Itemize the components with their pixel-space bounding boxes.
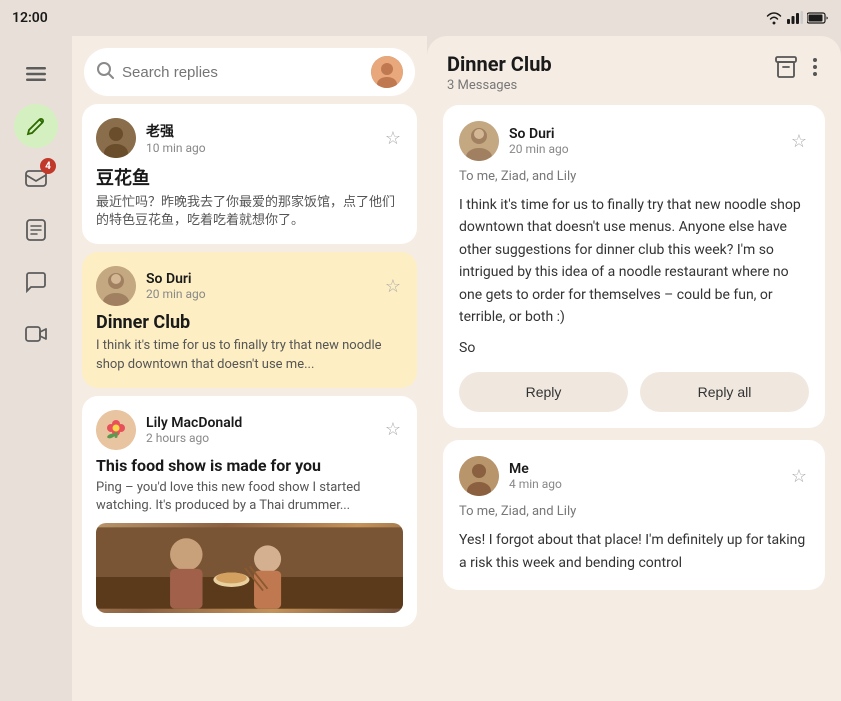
reply-actions: Reply Reply all — [459, 372, 809, 412]
wifi-icon — [765, 11, 783, 25]
email-to-me: To me, Ziad, and Lily — [459, 504, 809, 519]
email-avatar-soduri — [459, 121, 499, 161]
message-card-lily[interactable]: Lily MacDonald 2 hours ago ☆ This food s… — [82, 396, 417, 627]
email-card-soduri: So Duri 20 min ago ☆ To me, Ziad, and Li… — [443, 105, 825, 428]
email-sender-soduri: So Duri — [509, 126, 779, 142]
right-header: Dinner Club 3 Messages — [427, 36, 841, 105]
battery-icon — [807, 12, 829, 24]
status-time: 12:00 — [12, 10, 48, 26]
search-bar — [84, 48, 415, 96]
message-title-lily: This food show is made for you — [96, 456, 403, 475]
message-card-laoji[interactable]: 老强 10 min ago ☆ 豆花鱼 最近忙吗？昨晚我去了你最爱的那家饭馆，点… — [82, 104, 417, 244]
email-body-soduri: I think it's time for us to finally try … — [459, 194, 809, 328]
message-preview-lily: Ping – you'd love this new food show I s… — [96, 479, 403, 515]
email-signature-soduri: So — [459, 340, 809, 356]
message-preview-laoji: 最近忙吗？昨晚我去了你最爱的那家饭馆，点了他们的特色豆花鱼，吃着吃着就想你了。 — [96, 194, 403, 230]
email-body-me: Yes! I forgot about that place! I'm defi… — [459, 529, 809, 574]
email-card-me: Me 4 min ago ☆ To me, Ziad, and Lily Yes… — [443, 440, 825, 590]
email-time-me: 4 min ago — [509, 477, 779, 491]
email-star-me[interactable]: ☆ — [789, 464, 809, 489]
message-title-laoji: 豆花鱼 — [96, 164, 403, 190]
thread-title: Dinner Club — [447, 52, 552, 76]
message-time-soduri: 20 min ago — [146, 287, 373, 301]
email-avatar-me — [459, 456, 499, 496]
star-button-lily[interactable]: ☆ — [383, 417, 403, 442]
message-sender-soduri: So Duri — [146, 271, 373, 287]
archive-button[interactable] — [771, 52, 801, 88]
star-button-soduri[interactable]: ☆ — [383, 274, 403, 299]
user-avatar — [371, 56, 403, 88]
message-time-lily: 2 hours ago — [146, 431, 373, 445]
middle-panel: 老强 10 min ago ☆ 豆花鱼 最近忙吗？昨晚我去了你最爱的那家饭馆，点… — [72, 36, 427, 701]
message-time-laoji: 10 min ago — [146, 141, 373, 155]
star-button-laoji[interactable]: ☆ — [383, 126, 403, 151]
message-sender-laoji: 老强 — [146, 121, 373, 141]
thread-container: So Duri 20 min ago ☆ To me, Ziad, and Li… — [427, 105, 841, 701]
search-input[interactable] — [122, 64, 363, 81]
thread-message-count: 3 Messages — [447, 78, 552, 93]
email-star-soduri[interactable]: ☆ — [789, 129, 809, 154]
sidebar-compose-icon[interactable] — [14, 104, 58, 148]
search-icon — [96, 61, 114, 84]
email-to-soduri: To me, Ziad, and Lily — [459, 169, 809, 184]
message-avatar-laoji — [96, 118, 136, 158]
status-icons — [765, 11, 829, 25]
right-panel: Dinner Club 3 Messages — [427, 36, 841, 701]
thread-actions — [771, 52, 821, 88]
message-card-soduri[interactable]: So Duri 20 min ago ☆ Dinner Club I think… — [82, 252, 417, 387]
sidebar-chat-icon[interactable] — [14, 260, 58, 304]
message-title-soduri: Dinner Club — [96, 312, 403, 333]
email-time-soduri: 20 min ago — [509, 142, 779, 156]
more-options-button[interactable] — [809, 53, 821, 87]
reply-button[interactable]: Reply — [459, 372, 628, 412]
sidebar-inbox-icon[interactable]: 4 — [14, 156, 58, 200]
message-avatar-soduri — [96, 266, 136, 306]
status-bar: 12:00 — [0, 0, 841, 36]
message-preview-soduri: I think it's time for us to finally try … — [96, 337, 403, 373]
email-sender-me: Me — [509, 461, 779, 477]
sidebar: 4 — [0, 36, 72, 701]
message-avatar-lily — [96, 410, 136, 450]
sidebar-notes-icon[interactable] — [14, 208, 58, 252]
reply-all-button[interactable]: Reply all — [640, 372, 809, 412]
inbox-badge: 4 — [40, 158, 56, 174]
message-list: 老强 10 min ago ☆ 豆花鱼 最近忙吗？昨晚我去了你最爱的那家饭馆，点… — [72, 104, 427, 701]
signal-icon — [787, 11, 803, 25]
message-sender-lily: Lily MacDonald — [146, 415, 373, 431]
sidebar-video-icon[interactable] — [14, 312, 58, 356]
sidebar-menu-icon[interactable] — [14, 52, 58, 96]
message-image-lily — [96, 523, 403, 613]
